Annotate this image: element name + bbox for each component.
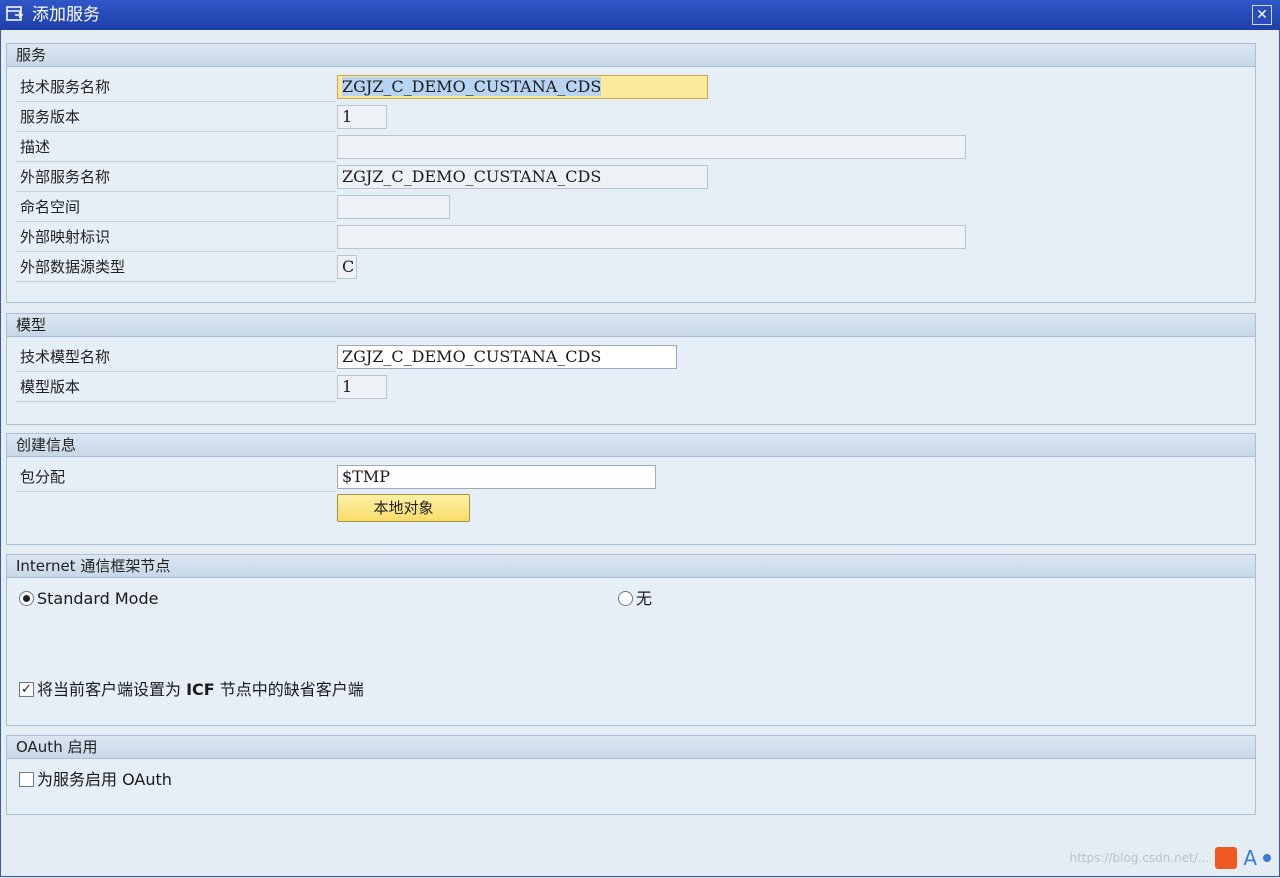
model-tech-name-label: 技术模型名称 xyxy=(20,348,111,366)
icf-node-header: Internet 通信框架节点 xyxy=(7,555,1255,578)
divider xyxy=(16,191,336,192)
external-mapping-id-label: 外部映射标识 xyxy=(20,228,111,246)
service-version-label: 服务版本 xyxy=(20,108,81,126)
divider xyxy=(16,281,336,282)
watermark-letter-icon: A xyxy=(1243,846,1257,870)
service-version-field[interactable]: 1 xyxy=(337,105,387,129)
creation-info-group: 创建信息 包分配 $TMP 本地对象 xyxy=(6,433,1256,545)
icf-header-latin: Internet xyxy=(16,557,76,575)
default-client-label-b: ICF xyxy=(186,680,215,699)
dialog-icon xyxy=(6,6,24,21)
enable-oauth-label[interactable]: 为服务启用 OAuth xyxy=(37,771,172,789)
external-mapping-id-field[interactable] xyxy=(337,225,966,249)
local-object-button[interactable]: 本地对象 xyxy=(337,494,470,522)
oauth-header-latin: OAuth xyxy=(16,738,63,756)
service-tech-name-value: ZGJZ_C_DEMO_CUSTANA_CDS xyxy=(342,77,602,96)
model-group-header: 模型 xyxy=(7,314,1255,337)
none-radio[interactable] xyxy=(618,591,633,606)
oauth-header: OAuth 启用 xyxy=(7,736,1255,759)
default-client-checkbox[interactable]: ✓ xyxy=(19,682,34,697)
close-button[interactable]: ✕ xyxy=(1252,5,1272,25)
service-tech-name-field[interactable]: ZGJZ_C_DEMO_CUSTANA_CDS xyxy=(337,75,708,99)
model-version-field[interactable]: 1 xyxy=(337,375,387,399)
dialog-body: 服务 技术服务名称 ZGJZ_C_DEMO_CUSTANA_CDS 服务版本 1… xyxy=(0,30,1280,877)
external-service-name-field[interactable]: ZGJZ_C_DEMO_CUSTANA_CDS xyxy=(337,165,708,189)
divider xyxy=(16,101,336,102)
enable-oauth-label-b: OAuth xyxy=(122,770,172,789)
description-field[interactable] xyxy=(337,135,966,159)
model-version-label: 模型版本 xyxy=(20,378,81,396)
window-title: 添加服务 xyxy=(32,5,100,25)
divider xyxy=(16,161,336,162)
watermark-text: https://blog.csdn.net/... xyxy=(1069,851,1210,865)
model-group: 模型 技术模型名称 ZGJZ_C_DEMO_CUSTANA_CDS 模型版本 1 xyxy=(6,313,1256,425)
divider xyxy=(16,131,336,132)
service-tech-name-label: 技术服务名称 xyxy=(20,78,111,96)
divider xyxy=(16,221,336,222)
namespace-label: 命名空间 xyxy=(20,198,81,216)
package-label: 包分配 xyxy=(20,468,66,486)
none-label[interactable]: 无 xyxy=(636,590,652,608)
default-client-label[interactable]: 将当前客户端设置为 ICF 节点中的缺省客户端 xyxy=(37,681,364,699)
divider xyxy=(16,401,336,402)
oauth-header-cn: 启用 xyxy=(62,738,98,756)
creation-info-header: 创建信息 xyxy=(7,434,1255,457)
namespace-field[interactable] xyxy=(337,195,450,219)
service-group-header: 服务 xyxy=(7,44,1255,67)
icf-node-group: Internet 通信框架节点 Standard Mode 无 ✓ 将当前客户端… xyxy=(6,554,1256,726)
external-source-type-label: 外部数据源类型 xyxy=(20,258,126,276)
oauth-group: OAuth 启用 为服务启用 OAuth xyxy=(6,735,1256,815)
standard-mode-label[interactable]: Standard Mode xyxy=(37,590,158,608)
external-service-name-label: 外部服务名称 xyxy=(20,168,111,186)
divider xyxy=(16,491,336,492)
external-source-type-field[interactable]: C xyxy=(337,255,357,279)
watermark-dot-icon xyxy=(1263,854,1271,862)
title-bar: 添加服务 ✕ xyxy=(0,0,1280,30)
enable-oauth-label-a: 为服务启用 xyxy=(37,770,123,789)
enable-oauth-checkbox[interactable] xyxy=(19,772,34,787)
watermark: https://blog.csdn.net/... A xyxy=(1069,846,1271,870)
icf-header-cn: 通信框架节点 xyxy=(75,557,171,575)
divider xyxy=(16,371,336,372)
watermark-logo-icon xyxy=(1215,847,1238,869)
default-client-label-c: 节点中的缺省客户端 xyxy=(214,680,364,699)
model-tech-name-field[interactable]: ZGJZ_C_DEMO_CUSTANA_CDS xyxy=(337,345,677,369)
standard-mode-radio[interactable] xyxy=(19,591,34,606)
package-field[interactable]: $TMP xyxy=(337,465,656,489)
description-label: 描述 xyxy=(20,138,51,156)
service-group: 服务 技术服务名称 ZGJZ_C_DEMO_CUSTANA_CDS 服务版本 1… xyxy=(6,43,1256,303)
default-client-label-a: 将当前客户端设置为 xyxy=(37,680,187,699)
divider xyxy=(16,251,336,252)
